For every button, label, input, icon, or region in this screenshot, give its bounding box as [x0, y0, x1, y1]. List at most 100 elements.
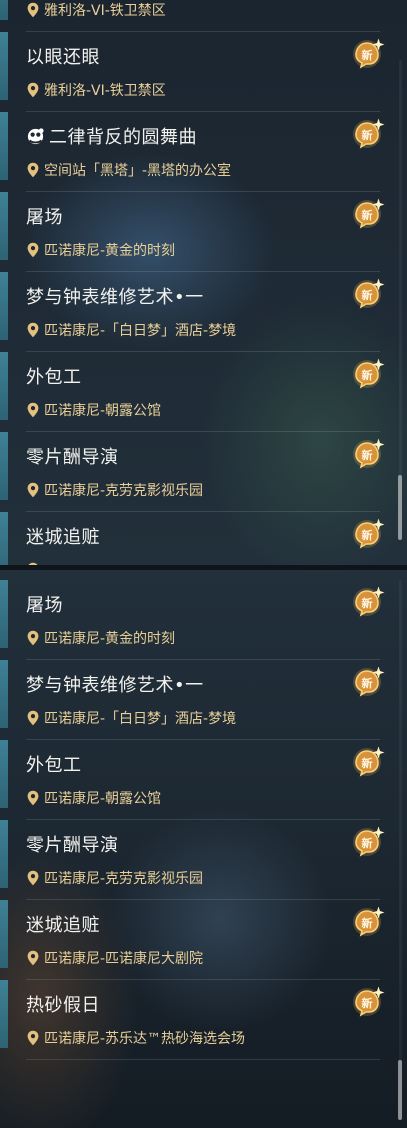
quest-location: 匹诺康尼-匹诺康尼大剧院 — [26, 949, 203, 967]
quest-row[interactable]: 梦与钟表维修艺术•一匹诺康尼-「白日梦」酒店-梦境 新 — [0, 660, 385, 740]
quest-title-text: 零片酬导演 — [26, 447, 119, 468]
row-accent-bar — [0, 512, 8, 565]
quest-row[interactable]: 迷城追赃匹诺康尼-匹诺康尼大剧院 新 — [0, 900, 385, 980]
new-badge-icon: 新 — [351, 116, 385, 150]
quest-title-text: 外包工 — [26, 367, 82, 388]
row-accent-bar — [0, 0, 8, 20]
quest-location: 匹诺康尼-「白日梦」酒店-梦境 — [26, 709, 236, 727]
quest-title: 屠场 — [26, 203, 63, 229]
new-badge-text: 新 — [362, 996, 373, 1010]
quest-row[interactable]: 梦与钟表维修艺术•一匹诺康尼-「白日梦」酒店-梦境 新 — [0, 272, 385, 352]
quest-title: 以眼还眼 — [26, 43, 100, 69]
quest-row[interactable]: 零片酬导演匹诺康尼-克劳克影视乐园 新 — [0, 432, 385, 512]
new-badge-icon: 新 — [351, 516, 385, 550]
new-badge-text: 新 — [362, 836, 373, 850]
location-pin-icon — [26, 482, 40, 498]
quest-location: 匹诺康尼-苏乐达™热砂海选会场 — [26, 1029, 245, 1047]
quest-row[interactable]: 外包工匹诺康尼-朝露公馆 新 — [0, 740, 385, 820]
quest-row[interactable]: 外包工匹诺康尼-朝露公馆 新 — [0, 352, 385, 432]
mascot-icon — [26, 127, 45, 146]
new-badge-text: 新 — [362, 916, 373, 930]
row-separator — [26, 1059, 380, 1060]
new-badge-icon: 新 — [351, 904, 385, 938]
quest-title-text: 二律背反的圆舞曲 — [49, 127, 197, 148]
scrollbar-track[interactable] — [399, 580, 402, 1120]
quest-location-text: 匹诺康尼-朝露公馆 — [44, 791, 162, 807]
quest-title: 零片酬导演 — [26, 831, 119, 857]
quest-title: 热砂假日 — [26, 991, 100, 1017]
row-accent-bar — [0, 980, 8, 1048]
quest-location: 匹诺康尼-「白日梦」酒店-梦境 — [26, 321, 236, 339]
quest-title-text: 外包工 — [26, 755, 82, 776]
quest-list-top: 雅利洛-VI-铁卫禁区新以眼还眼雅利洛-VI-铁卫禁区新二律背反的圆舞曲空间站「… — [0, 0, 407, 565]
location-pin-icon — [26, 322, 40, 338]
quest-title-text: 屠场 — [26, 207, 63, 228]
quest-row[interactable]: 以眼还眼 雅利洛-VI-铁卫禁区 新 — [0, 32, 385, 112]
quest-title-text: 屠场 — [26, 595, 63, 616]
new-badge-text: 新 — [362, 288, 373, 302]
new-badge-icon: 新 — [351, 744, 385, 778]
location-pin-icon — [26, 402, 40, 418]
location-pin-icon — [26, 790, 40, 806]
quest-title: 二律背反的圆舞曲 — [26, 123, 197, 149]
quest-title: 屠场 — [26, 591, 63, 617]
quest-row[interactable]: 二律背反的圆舞曲空间站「黑塔」-黑塔的办公室 新 — [0, 112, 385, 192]
new-badge-text: 新 — [362, 368, 373, 382]
quest-location-text: 匹诺康尼-匹诺康尼大剧院 — [44, 951, 204, 967]
quest-location: 匹诺康尼-克劳克影视乐园 — [26, 481, 203, 499]
quest-location: 匹诺康尼-朝露公馆 — [26, 401, 161, 419]
location-pin-icon — [26, 2, 40, 18]
location-pin-icon — [26, 162, 40, 178]
quest-title: 外包工 — [26, 751, 82, 777]
new-badge-icon: 新 — [351, 436, 385, 470]
row-accent-bar — [0, 352, 8, 420]
new-badge-icon: 新 — [351, 824, 385, 858]
new-badge-text: 新 — [362, 528, 373, 542]
quest-row[interactable]: 迷城追赃 新 — [0, 512, 385, 565]
row-accent-bar — [0, 432, 8, 500]
quest-row[interactable]: 雅利洛-VI-铁卫禁区新 — [0, 0, 380, 32]
quest-row[interactable]: 屠场 匹诺康尼-黄金的时刻 新 — [0, 192, 385, 272]
quest-location-text: 匹诺康尼-「白日梦」酒店-梦境 — [44, 711, 237, 727]
row-accent-bar — [0, 272, 8, 340]
location-pin-icon — [26, 242, 40, 258]
quest-location-text: 匹诺康尼-克劳克影视乐园 — [44, 871, 204, 887]
scrollbar-thumb[interactable] — [398, 475, 402, 540]
quest-title: 梦与钟表维修艺术•一 — [26, 671, 204, 697]
quest-location-text: 匹诺康尼-黄金的时刻 — [44, 243, 176, 259]
quest-title-text: 以眼还眼 — [26, 47, 100, 68]
quest-title: 迷城追赃 — [26, 523, 100, 549]
quest-title-text: 梦与钟表维修艺术•一 — [26, 675, 204, 696]
quest-title-text: 迷城追赃 — [26, 915, 100, 936]
quest-title: 梦与钟表维修艺术•一 — [26, 283, 204, 309]
quest-location: 匹诺康尼-黄金的时刻 — [26, 629, 175, 647]
quest-title-text: 迷城追赃 — [26, 527, 100, 548]
new-badge-text: 新 — [362, 448, 373, 462]
row-accent-bar — [0, 580, 8, 648]
row-accent-bar — [0, 32, 8, 100]
quest-title-text: 热砂假日 — [26, 995, 100, 1016]
new-badge-text: 新 — [362, 596, 373, 610]
quest-location-text: 雅利洛-VI-铁卫禁区 — [44, 3, 166, 19]
quest-location-text: 匹诺康尼-黄金的时刻 — [44, 631, 176, 647]
new-badge-icon: 新 — [351, 356, 385, 390]
quest-location-text: 匹诺康尼-苏乐达™热砂海选会场 — [44, 1031, 246, 1047]
scrollbar-track[interactable] — [399, 60, 402, 540]
row-accent-bar — [0, 820, 8, 888]
quest-row[interactable]: 热砂假日匹诺康尼-苏乐达™热砂海选会场 新 — [0, 980, 385, 1060]
location-pin-icon — [26, 950, 40, 966]
row-accent-bar — [0, 660, 8, 728]
scrollbar-thumb[interactable] — [398, 1060, 402, 1120]
quest-row[interactable]: 屠场匹诺康尼-黄金的时刻 新 — [0, 580, 385, 660]
location-pin-icon — [26, 710, 40, 726]
quest-location: 匹诺康尼-黄金的时刻 — [26, 241, 175, 259]
new-badge-icon: 新 — [351, 664, 385, 698]
row-accent-bar — [0, 192, 8, 260]
location-pin-icon — [26, 630, 40, 646]
quest-title-text: 梦与钟表维修艺术•一 — [26, 287, 204, 308]
new-badge-text: 新 — [362, 48, 373, 62]
quest-location-text: 空间站「黑塔」-黑塔的办公室 — [44, 163, 232, 179]
new-badge-icon: 新 — [351, 276, 385, 310]
quest-row[interactable]: 零片酬导演匹诺康尼-克劳克影视乐园 新 — [0, 820, 385, 900]
new-badge-icon: 新 — [351, 984, 385, 1018]
